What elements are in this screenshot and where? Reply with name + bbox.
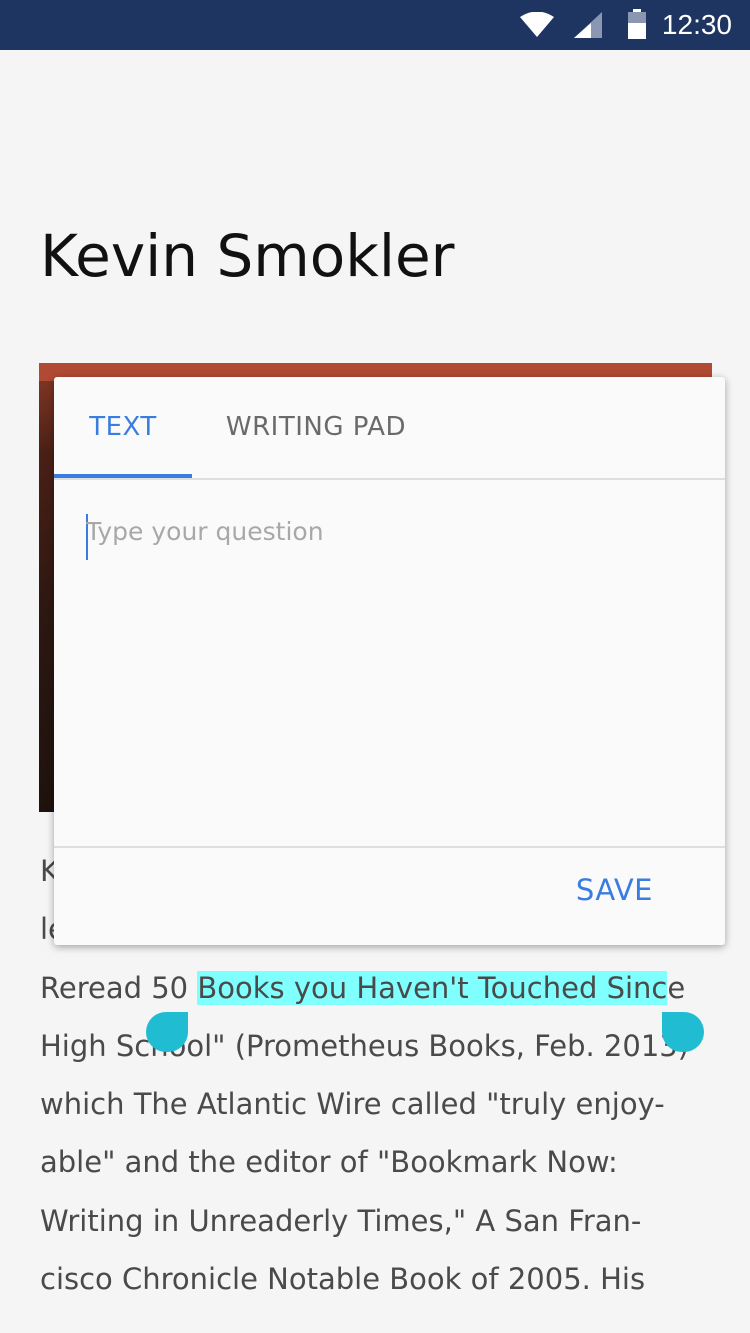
selection-start-handle[interactable] [146,1012,188,1052]
bio-text-segment: Reread 50 [40,970,198,1005]
tab-writing-pad[interactable]: WRITING PAD [206,377,426,478]
battery-icon [628,9,646,39]
question-input[interactable] [86,517,686,817]
status-time: 12:30 [661,9,732,40]
bio-line: Reread 50 Books you Haven't Touched Sinc… [40,959,710,1017]
tab-text[interactable]: TEXT [54,377,192,478]
signal-icon [574,12,602,38]
bio-line: High School" (Prometheus Books, Feb. 201… [40,1028,690,1063]
page-title: Kevin Smokler [40,222,455,290]
bio-line: cisco Chronicle Notable Book of 2005. Hi… [40,1262,646,1297]
bio-line: Writing in Unreaderly Times," A San Fran… [40,1203,642,1238]
wifi-icon [520,12,554,37]
selection-end-handle[interactable] [662,1012,704,1052]
bio-line: able" and the editor of "Bookmark Now: [40,1145,618,1180]
active-tab-indicator [54,474,192,478]
selected-text[interactable]: Books you Haven't Touched Sinc [197,970,668,1005]
question-dialog: TEXT WRITING PAD SAVE [54,377,725,945]
bio-line: which The Atlantic Wire called "truly en… [40,1087,665,1122]
footer-divider [54,846,725,848]
dialog-tabs: TEXT WRITING PAD [54,377,725,480]
save-button[interactable]: SAVE [576,873,653,907]
status-bar: 12:30 [0,0,750,50]
bio-text-segment: e [667,970,686,1005]
